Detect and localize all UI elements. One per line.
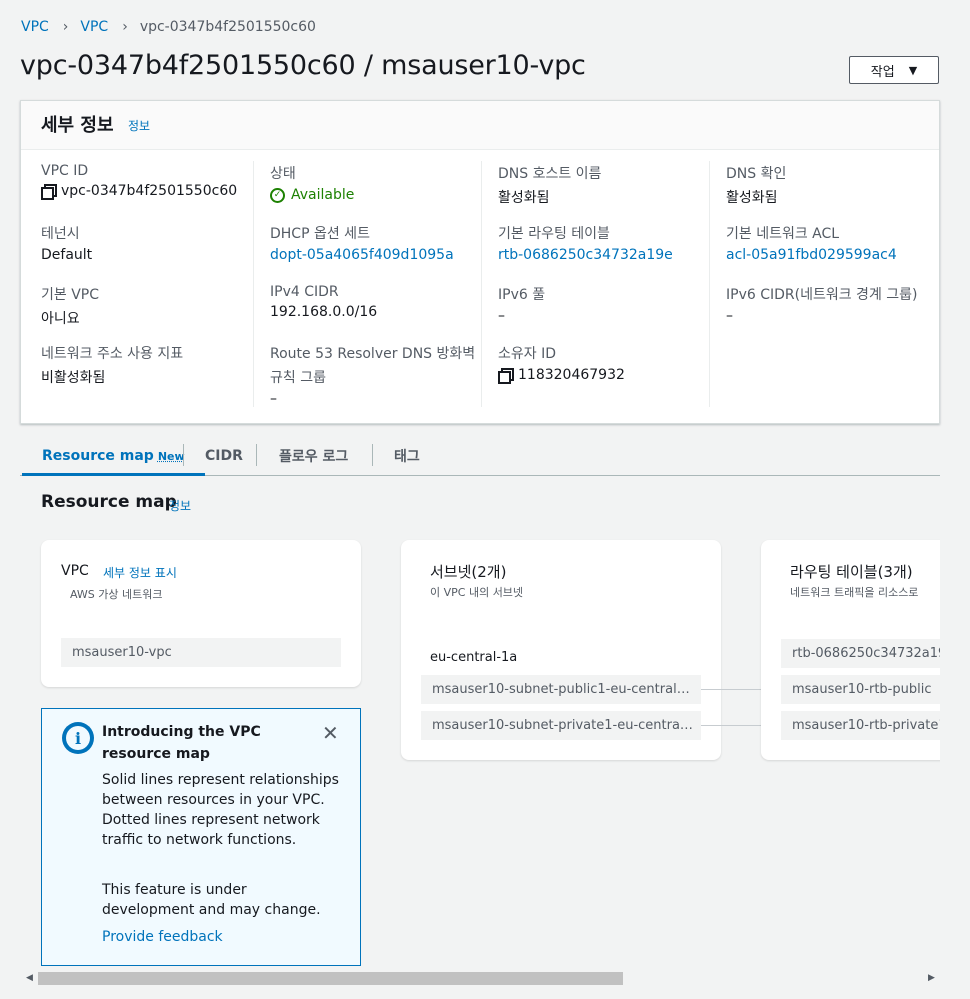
details-info-link[interactable]: 정보 — [128, 117, 150, 134]
field-dns-hostnames: DNS 호스트 이름 활성화됨 — [498, 166, 602, 206]
field-main-route-table: 기본 라우팅 테이블 rtb-0686250c34732a19e — [498, 226, 673, 263]
vpc-card: VPC 세부 정보 표시 AWS 가상 네트워크 msauser10-vpc — [41, 540, 361, 687]
details-title: 세부 정보 — [41, 115, 114, 136]
breadcrumb: VPC › VPC › vpc-0347b4f2501550c60 — [21, 17, 316, 37]
field-vpc-id: VPC ID vpc-0347b4f2501550c60 — [41, 163, 238, 200]
scroll-right-icon[interactable]: ▶ — [928, 973, 935, 983]
vpc-card-subtitle: AWS 가상 네트워크 — [70, 588, 163, 601]
field-owner-id: 소유자 ID 118320467932 — [498, 346, 625, 384]
subnets-card: 서브넷(2개) 이 VPC 내의 서브넷 eu-central-1a msaus… — [401, 540, 721, 760]
tab-flow-logs[interactable]: 플로우 로그 — [279, 436, 348, 476]
field-tenancy: 테넌시 Default — [41, 226, 93, 263]
route-tables-card: 라우팅 테이블(3개) 네트워크 트래픽을 리소스로 rtb-0686250c3… — [761, 540, 970, 760]
route53-value: – — [270, 391, 277, 407]
field-ipv6-cidr: IPv6 CIDR(네트워크 경계 그룹) – — [726, 287, 918, 324]
alert-title: Introducing the VPC resource map — [102, 724, 261, 762]
field-state: 상태 ✓ Available — [270, 166, 355, 203]
scroll-left-icon[interactable]: ◀ — [26, 973, 33, 983]
actions-label: 작업 — [870, 64, 895, 80]
field-dns-resolution: DNS 확인 활성화됨 — [726, 166, 787, 206]
subnet-item[interactable]: msauser10-subnet-public1-eu-central… — [421, 675, 701, 704]
field-route53: Route 53 Resolver DNS 방화벽 규칙 그룹 – — [270, 346, 476, 407]
alert-body: Solid lines represent relationships betw… — [102, 772, 339, 848]
route-tables-card-title: 라우팅 테이블(3개) — [790, 563, 913, 581]
ipv4-cidr-value: 192.168.0.0/16 — [270, 304, 378, 320]
field-default-vpc: 기본 VPC 아니요 — [41, 287, 100, 327]
scrollbar-thumb[interactable] — [38, 972, 623, 985]
details-column-4: DNS 확인 활성화됨 기본 네트워크 ACL acl-05a91fbd0295… — [709, 161, 937, 407]
owner-id-value: 118320467932 — [518, 367, 625, 383]
horizontal-scrollbar[interactable]: ◀ ▶ — [24, 969, 938, 987]
details-column-2: 상태 ✓ Available DHCP 옵션 세트 dopt-05a4065f40… — [253, 161, 481, 407]
chevron-right-icon: › — [122, 19, 128, 35]
copy-icon[interactable] — [41, 184, 57, 200]
main-route-table-link[interactable]: rtb-0686250c34732a19e — [498, 247, 673, 263]
page-title: vpc-0347b4f2501550c60 / msauser10-vpc — [20, 50, 586, 81]
main-network-acl-link[interactable]: acl-05a91fbd029599ac4 — [726, 247, 897, 263]
field-dhcp: DHCP 옵션 세트 dopt-05a4065f409d1095a — [270, 226, 454, 263]
actions-button[interactable]: 작업 ▼ — [849, 56, 939, 84]
tab-cidr[interactable]: CIDR — [205, 436, 243, 476]
default-vpc-value: 아니요 — [41, 311, 80, 327]
alert-note: This feature is under development and ma… — [102, 882, 321, 918]
breadcrumb-vpc-root[interactable]: VPC — [21, 19, 49, 35]
caret-down-icon: ▼ — [908, 63, 918, 77]
field-ipv6-pool: IPv6 풀 – — [498, 287, 546, 324]
details-column-1: VPC ID vpc-0347b4f2501550c60 테넌시 Default… — [21, 161, 249, 407]
ipv6-pool-value: – — [498, 308, 505, 324]
viewport-edge — [940, 530, 970, 970]
resource-map-title: Resource map — [41, 492, 177, 512]
dns-hostnames-value: 활성화됨 — [498, 190, 550, 206]
copy-icon[interactable] — [498, 368, 514, 384]
details-header — [21, 101, 939, 150]
field-network-usage: 네트워크 주소 사용 지표 비활성화됨 — [41, 346, 184, 386]
field-main-network-acl: 기본 네트워크 ACL acl-05a91fbd029599ac4 — [726, 226, 897, 263]
tab-divider — [183, 444, 184, 466]
tenancy-value: Default — [41, 247, 93, 263]
resource-map-info-link[interactable]: 정보 — [169, 497, 191, 514]
info-icon: i — [62, 722, 94, 754]
ipv6-cidr-value: – — [726, 308, 733, 324]
chevron-right-icon: › — [62, 19, 69, 35]
vpc-card-title: VPC — [61, 563, 89, 579]
field-ipv4-cidr: IPv4 CIDR 192.168.0.0/16 — [270, 284, 378, 320]
dhcp-link[interactable]: dopt-05a4065f409d1095a — [270, 247, 454, 263]
subnet-item[interactable]: msauser10-subnet-private1-eu-centra… — [421, 711, 701, 740]
breadcrumb-current: vpc-0347b4f2501550c60 — [139, 19, 316, 35]
vpc-item[interactable]: msauser10-vpc — [61, 638, 341, 667]
details-column-3: DNS 호스트 이름 활성화됨 기본 라우팅 테이블 rtb-0686250c3… — [481, 161, 709, 407]
new-badge: New — [157, 449, 185, 463]
vpc-id-value: vpc-0347b4f2501550c60 — [61, 183, 238, 199]
show-details-link[interactable]: 세부 정보 표시 — [103, 564, 177, 581]
resource-map-intro-alert: i Introducing the VPC resource map ✕ Sol… — [41, 708, 361, 966]
details-panel: 세부 정보 정보 VPC ID vpc-0347b4f2501550c60 테넌… — [20, 100, 940, 424]
detail-tabs: Resource map New CIDR 플로우 로그 태그 — [20, 436, 940, 476]
state-value: Available — [291, 187, 355, 203]
tab-tags[interactable]: 태그 — [394, 436, 420, 476]
close-icon[interactable]: ✕ — [322, 721, 339, 745]
tab-resource-map[interactable]: Resource map New — [22, 436, 205, 476]
subnets-card-subtitle: 이 VPC 내의 서브넷 — [430, 586, 524, 599]
tab-divider — [256, 444, 257, 466]
availability-zone-label: eu-central-1a — [430, 650, 518, 665]
network-usage-value: 비활성화됨 — [41, 370, 106, 386]
tab-divider — [372, 444, 373, 466]
provide-feedback-link[interactable]: Provide feedback — [102, 929, 223, 945]
breadcrumb-vpc-list[interactable]: VPC — [80, 19, 108, 35]
route-tables-card-subtitle: 네트워크 트래픽을 리소스로 — [790, 586, 919, 599]
check-circle-icon: ✓ — [270, 187, 285, 203]
subnets-card-title: 서브넷(2개) — [430, 563, 507, 581]
dns-resolution-value: 활성화됨 — [726, 190, 778, 206]
